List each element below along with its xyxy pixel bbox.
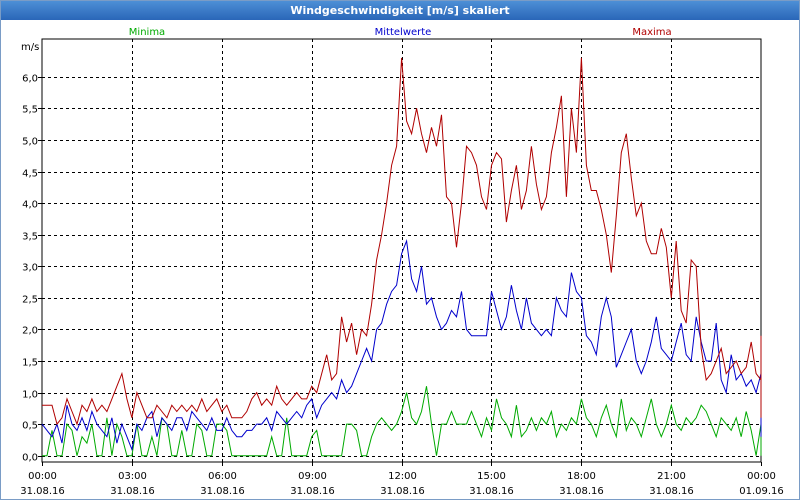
legend-mittelwerte: Mittelwerte <box>375 27 432 38</box>
legend-minima: Minima <box>129 27 165 38</box>
x-tick-time-label: 09:00 <box>298 471 327 482</box>
x-tick-time-label: 21:00 <box>657 471 686 482</box>
x-tick-time-label: 03:00 <box>118 471 147 482</box>
y-tick-label: 4,5 <box>22 169 38 180</box>
y-tick-label: 0,0 <box>22 453 38 464</box>
x-tick-time-label: 18:00 <box>567 471 596 482</box>
x-tick-date-label: 31.08.16 <box>110 486 155 497</box>
x-tick-time-label: 00:00 <box>28 471 57 482</box>
x-tick-time-label: 15:00 <box>477 471 506 482</box>
y-tick-label: 1,0 <box>22 390 38 401</box>
chart-window: Windgeschwindigkeit [m/s] skaliert 0,0 0,… <box>0 0 800 500</box>
x-tick-date-label: 31.08.16 <box>20 486 65 497</box>
y-tick-label: 1,5 <box>22 358 38 369</box>
x-tick-date-label: 31.08.16 <box>469 486 514 497</box>
y-axis-label: m/s <box>21 42 39 53</box>
y-tick-label: 3,5 <box>22 232 38 243</box>
plot-area <box>41 38 762 463</box>
x-tick-date-label: 31.08.16 <box>200 486 245 497</box>
y-tick-label: 4,0 <box>22 200 38 211</box>
y-tick-label: 0,5 <box>22 421 38 432</box>
x-tick-time-label: 00:00 <box>747 471 776 482</box>
x-tick-date-label: 31.08.16 <box>559 486 604 497</box>
x-tick-time-label: 06:00 <box>208 471 237 482</box>
y-tick-label: 2,5 <box>22 295 38 306</box>
chart-canvas: 0,0 0,5 1,0 1,5 2,0 2,5 3,0 3,5 4,0 4,5 5,0 5,5 6,0 m… <box>20 27 784 497</box>
x-tick-date-label: 31.08.16 <box>380 486 425 497</box>
y-tick-label: 6,0 <box>22 74 38 85</box>
y-tick-label: 2,0 <box>22 326 38 337</box>
x-tick-date-label: 31.08.16 <box>290 486 335 497</box>
legend-maxima: Maxima <box>632 27 671 38</box>
y-tick-label: 3,0 <box>22 263 38 274</box>
x-tick-time-label: 12:00 <box>388 471 417 482</box>
y-tick-label: 5,0 <box>22 137 38 148</box>
x-tick-date-label: 01.09.16 <box>739 486 784 497</box>
y-tick-label: 5,5 <box>22 105 38 116</box>
x-tick-date-label: 31.08.16 <box>649 486 694 497</box>
